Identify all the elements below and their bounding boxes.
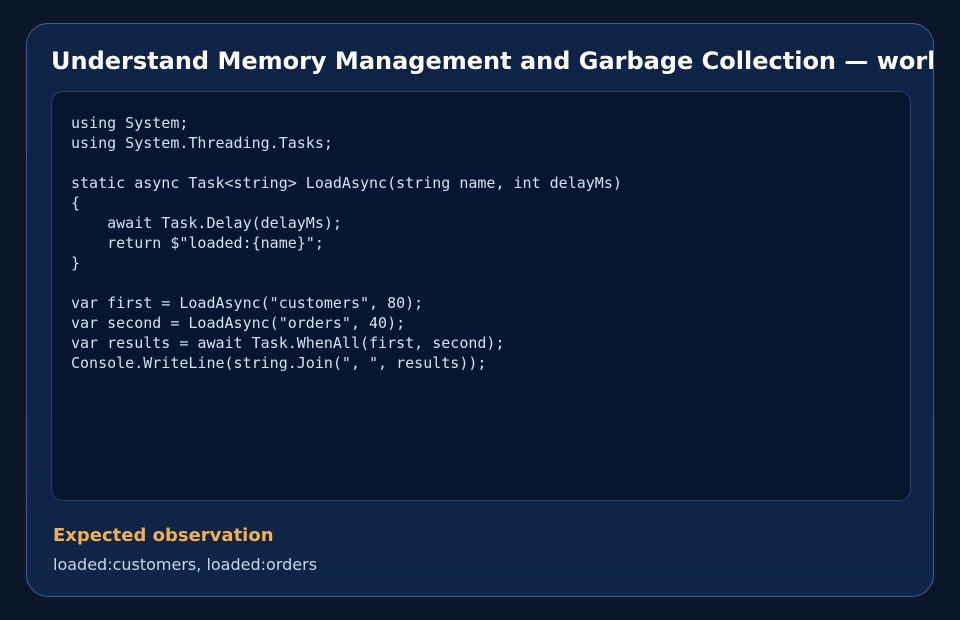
code-line: return $"loaded:{name}";: [71, 234, 324, 252]
code-line: {: [71, 194, 81, 212]
code-line: }: [71, 254, 81, 272]
observation-text: loaded:customers, loaded:orders: [53, 555, 318, 574]
code-listing: using System; using System.Threading.Task…: [71, 113, 622, 373]
code-block: using System; using System.Threading.Task…: [51, 91, 911, 501]
code-line: static async Task<string> LoadAsync(stri…: [71, 174, 622, 192]
code-line: using System.Threading.Tasks;: [71, 134, 333, 152]
code-line: await Task.Delay(delayMs);: [71, 214, 342, 232]
code-line: var second = LoadAsync("orders", 40);: [71, 314, 406, 332]
example-card: Understand Memory Management and Garbage…: [26, 23, 934, 597]
observation-heading: Expected observation: [53, 525, 274, 546]
code-line: Console.WriteLine(string.Join(", ", resu…: [71, 354, 487, 372]
code-line: var first = LoadAsync("customers", 80);: [71, 294, 424, 312]
code-line: var results = await Task.WhenAll(first, …: [71, 334, 505, 352]
code-line: using System;: [71, 114, 189, 132]
card-title: Understand Memory Management and Garbage…: [51, 47, 933, 75]
